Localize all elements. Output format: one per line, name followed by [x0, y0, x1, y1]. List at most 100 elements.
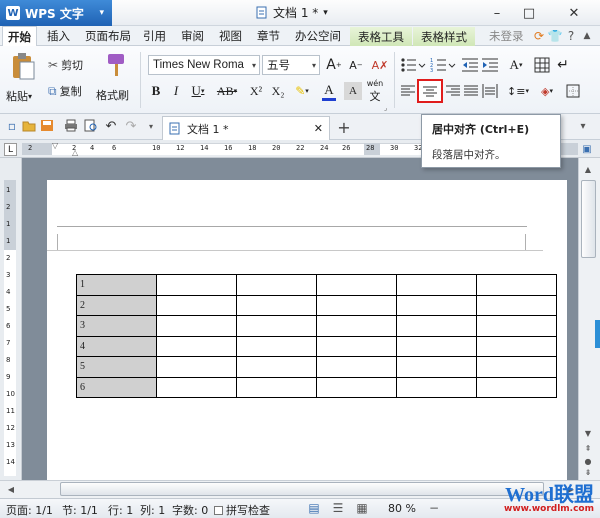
table-cell[interactable] [156, 356, 237, 378]
table-cell[interactable] [476, 274, 557, 296]
login-link[interactable]: 未登录 [484, 26, 529, 46]
tab-references[interactable]: 引用 [138, 26, 171, 46]
tab-view[interactable]: 视图 [214, 26, 247, 46]
status-column[interactable]: 列: 1 [140, 502, 165, 518]
redo-icon[interactable]: ↷ [124, 119, 138, 134]
clear-format-button[interactable]: A✗ [370, 55, 390, 75]
table-cell[interactable] [316, 335, 397, 357]
ruler-toggle-icon[interactable]: ▣ [580, 142, 594, 156]
scroll-down-icon[interactable]: ▼ [580, 426, 596, 440]
status-page[interactable]: 页面: 1/1 [6, 502, 53, 518]
table-cell[interactable] [236, 294, 317, 316]
justify-icon[interactable] [464, 84, 478, 98]
table-cell[interactable]: 2 [76, 294, 157, 316]
increase-indent-icon[interactable] [482, 57, 498, 73]
status-word-count[interactable]: 字数: 0 [172, 502, 208, 518]
table-cell[interactable] [156, 315, 237, 337]
sync-icon[interactable]: ⟳ [532, 28, 546, 44]
highlight-button[interactable]: ✎ ▾ [290, 82, 314, 100]
font-size-select[interactable]: 五号 ▾ [262, 55, 320, 75]
tab-insert[interactable]: 插入 [42, 26, 75, 46]
status-section[interactable]: 节: 1/1 [62, 502, 98, 518]
text-direction-button[interactable]: A ▾ [504, 55, 528, 75]
new-tab-button[interactable]: + [336, 117, 352, 137]
table-cell[interactable] [396, 294, 477, 316]
close-window-button[interactable]: ✕ [548, 0, 600, 26]
ribbon-collapse-icon[interactable]: ▲ [580, 28, 594, 44]
dialog-launcher-icon[interactable]: ⌟ [384, 104, 387, 112]
close-tab-icon[interactable]: ✕ [314, 122, 323, 135]
app-menu-button[interactable]: W WPS 文字 ▾ [0, 0, 112, 26]
side-panel-handle[interactable] [595, 320, 600, 348]
strikethrough-button[interactable]: AB ▾ [212, 82, 242, 100]
minimize-button[interactable]: – [482, 0, 512, 26]
table-cell[interactable] [236, 335, 317, 357]
maximize-button[interactable]: □ [514, 0, 544, 26]
horizontal-scroll-thumb[interactable] [60, 482, 544, 496]
table-cell[interactable]: 4 [76, 335, 157, 357]
tab-table-tools[interactable]: 表格工具 [350, 27, 412, 47]
copy-button[interactable]: ⧉ 复制 [48, 82, 82, 100]
spell-check-toggle[interactable]: 拼写检查 [214, 502, 270, 518]
table-cell[interactable] [156, 294, 237, 316]
line-spacing-button[interactable]: ↕≡ ▾ [504, 82, 532, 100]
status-row[interactable]: 行: 1 [108, 502, 133, 518]
italic-button[interactable]: I [168, 82, 184, 100]
phonetic-guide-button[interactable]: wén 文 [364, 79, 386, 103]
print-preview-icon[interactable] [84, 119, 98, 132]
table-cell[interactable] [156, 274, 237, 296]
align-left-icon[interactable] [401, 84, 415, 98]
table-cell[interactable] [396, 356, 477, 378]
table-cell[interactable] [156, 335, 237, 357]
tab-page-layout[interactable]: 页面布局 [80, 26, 136, 46]
table-cell[interactable] [236, 315, 317, 337]
table-cell[interactable] [396, 315, 477, 337]
table-cell[interactable] [316, 274, 397, 296]
table-cell[interactable] [476, 356, 557, 378]
table-cell[interactable] [476, 294, 557, 316]
bold-button[interactable]: B [148, 82, 164, 100]
document-tab[interactable]: 文档 1 * ✕ [162, 116, 330, 140]
tab-office-space[interactable]: 办公空间 [290, 26, 346, 46]
shrink-font-button[interactable]: A − [346, 55, 366, 75]
document-table[interactable]: 123456 [76, 274, 557, 398]
tab-home[interactable]: 开始 [2, 26, 37, 46]
decrease-indent-icon[interactable] [462, 57, 478, 73]
table-cell[interactable]: 1 [76, 274, 157, 296]
table-cell[interactable] [316, 356, 397, 378]
table-cell[interactable] [156, 376, 237, 398]
zoom-level[interactable]: 80 % [388, 502, 416, 515]
page-view-icon[interactable]: ▤ [306, 500, 322, 516]
zoom-out-icon[interactable]: − [428, 501, 440, 515]
select-browse-icon[interactable]: ● [580, 456, 596, 466]
paste-dropdown-icon[interactable]: ▾ [28, 92, 32, 101]
font-name-select[interactable]: Times New Roma ▾ [148, 55, 260, 75]
grow-font-button[interactable]: A + [324, 55, 344, 75]
table-cell[interactable]: 3 [76, 315, 157, 337]
next-page-icon[interactable]: ⇟ [580, 466, 596, 478]
new-file-icon[interactable]: ▫ [5, 119, 19, 133]
table-cell[interactable] [396, 335, 477, 357]
previous-page-icon[interactable]: ⇞ [580, 442, 596, 454]
font-color-button[interactable]: A [316, 80, 342, 102]
bullets-icon[interactable] [400, 57, 426, 73]
char-shading-button[interactable]: A [344, 82, 362, 100]
underline-button[interactable]: U ▾ [186, 82, 210, 100]
tab-list-icon[interactable]: ▾ [575, 119, 591, 133]
document-page[interactable]: 123456 [47, 180, 567, 490]
hanging-indent-icon[interactable]: △ [72, 148, 78, 157]
align-center-button[interactable] [417, 79, 443, 103]
tab-review[interactable]: 审阅 [176, 26, 209, 46]
vertical-scroll-thumb[interactable] [581, 180, 596, 258]
table-cell[interactable]: 6 [76, 376, 157, 398]
table-cell[interactable] [396, 376, 477, 398]
shading-button[interactable]: ◈ ▾ [536, 82, 558, 100]
cut-button[interactable]: ✂ 剪切 [48, 56, 83, 74]
numbering-icon[interactable]: 123 [430, 57, 456, 73]
table-cell[interactable] [316, 315, 397, 337]
table-cell[interactable] [476, 335, 557, 357]
title-dropdown-icon[interactable]: ▾ [323, 8, 328, 18]
sort-button[interactable]: ↵ [554, 55, 572, 75]
print-icon[interactable] [64, 119, 78, 132]
table-cell[interactable] [476, 376, 557, 398]
